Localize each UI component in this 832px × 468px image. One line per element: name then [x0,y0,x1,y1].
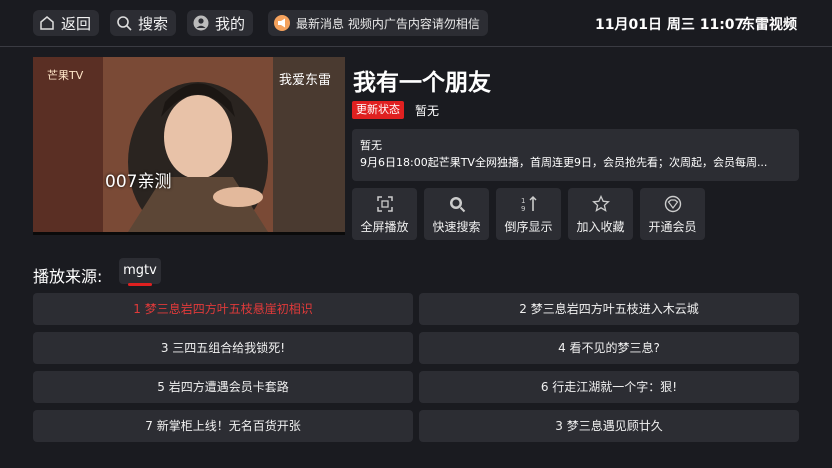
fullscreen-label: 全屏播放 [360,220,409,234]
home-icon [39,15,55,31]
add-favorite-button[interactable]: 加入收藏 [568,188,633,240]
source-tab-underline [128,283,152,286]
mine-button[interactable]: 我的 [187,10,253,36]
episode-item[interactable]: 7 新掌柜上线！无名百货开张 [33,410,413,442]
svg-text:1: 1 [521,197,525,205]
video-preview[interactable]: 芒果TV 我爱东雷 007亲测 [33,57,345,235]
episode-item[interactable]: 6 行走江湖就一个字：狠! [419,371,799,403]
user-icon [193,15,209,31]
source-tab-mgtv[interactable]: mgtv [119,258,161,286]
status-value: 暂无 [415,104,440,118]
fullscreen-button[interactable]: 全屏播放 [352,188,417,240]
reverse-order-label: 倒序显示 [504,220,553,234]
svg-text:9: 9 [521,205,525,213]
search-icon [447,194,467,214]
episode-item[interactable]: 5 岩四方遭遇会员卡套路 [33,371,413,403]
watermark-left: 芒果TV [47,69,84,82]
sort-icon: 19 [519,194,539,214]
brand-name: 东雷视频 [741,17,797,33]
reverse-order-button[interactable]: 19 倒序显示 [496,188,561,240]
episode-item[interactable]: 3 三四五组合给我锁死! [33,332,413,364]
video-overlay-text: 007亲测 [105,172,172,192]
mine-label: 我的 [215,14,246,33]
status-badge: 更新状态 [352,101,404,119]
description-box: 暂无 9月6日18:00起芒果TV全网独播，首周连更9日，会员抢先看；次周起，会… [352,129,799,181]
top-bar: 返回 搜索 我的 最新消息 视频内广告内容请勿相信 11月01日 周三 11:0… [0,0,832,47]
watermark-right: 我爱东雷 [278,73,331,88]
quick-search-label: 快速搜索 [432,220,481,234]
episode-item[interactable]: 4 看不见的梦三息? [419,332,799,364]
fullscreen-icon [375,194,395,214]
news-text: 最新消息 视频内广告内容请勿相信 [296,16,480,31]
source-tab-label: mgtv [123,263,157,278]
back-button[interactable]: 返回 [33,10,99,36]
search-icon [116,15,132,31]
source-label: 播放来源: [33,267,103,286]
episode-item[interactable]: 3 梦三息遇见顾廿久 [419,410,799,442]
search-label: 搜索 [138,14,169,33]
description-line-2: 9月6日18:00起芒果TV全网独播，首周连更9日，会员抢先看；次周起，会员每周… [360,156,768,169]
vip-label: 开通会员 [648,220,697,234]
back-label: 返回 [61,14,92,33]
clock: 11月01日 周三 11:07 [595,17,745,33]
episode-item[interactable]: 1 梦三息岩四方叶五枝悬崖初相识 [33,293,413,325]
quick-search-button[interactable]: 快速搜索 [424,188,489,240]
megaphone-icon [274,15,290,31]
vip-icon [663,194,683,214]
news-ticker[interactable]: 最新消息 视频内广告内容请勿相信 [268,10,488,36]
star-icon [591,194,611,214]
vip-button[interactable]: 开通会员 [640,188,705,240]
description-line-1: 暂无 [360,139,382,152]
add-favorite-label: 加入收藏 [576,220,625,234]
show-title: 我有一个朋友 [353,70,491,96]
search-button[interactable]: 搜索 [110,10,176,36]
episode-item[interactable]: 2 梦三息岩四方叶五枝进入木云城 [419,293,799,325]
